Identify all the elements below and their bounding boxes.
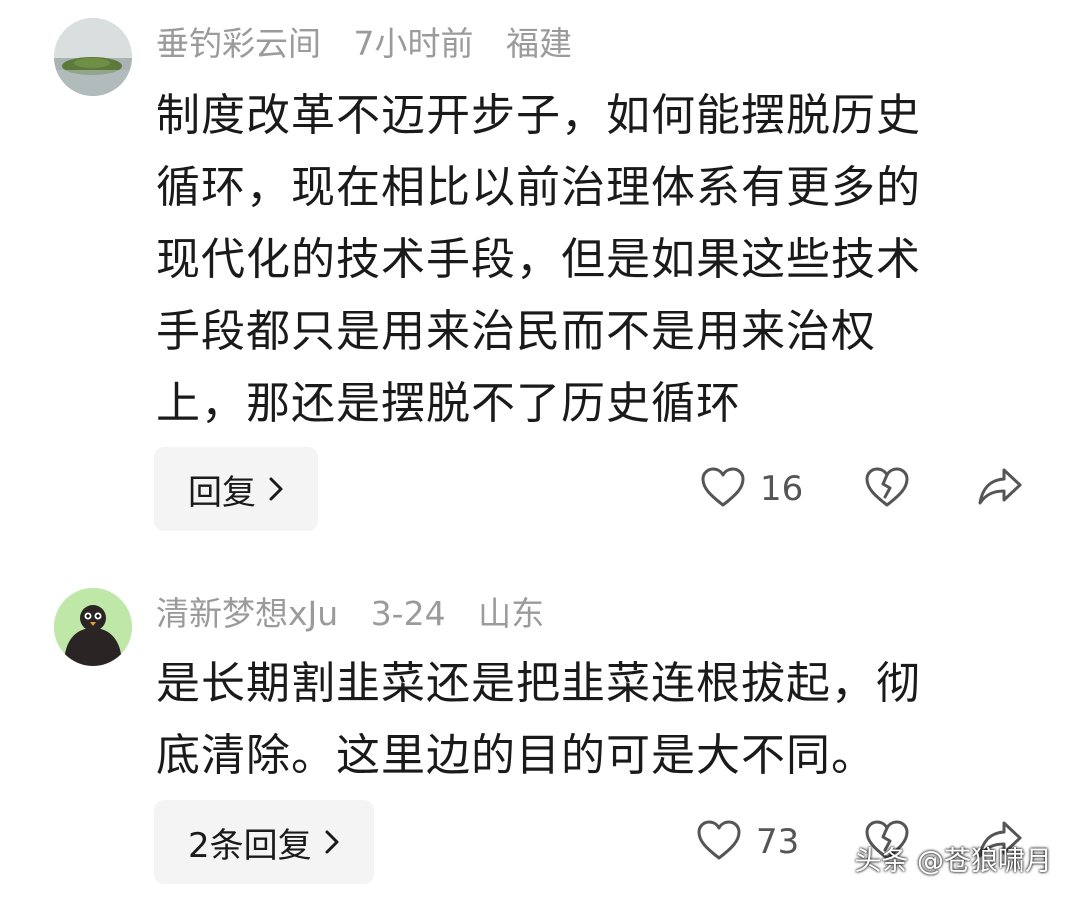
- comment-meta: 垂钓彩云间 7小时前 福建: [156, 20, 594, 68]
- comment-meta: 清新梦想xJu 3-24 山东: [156, 590, 566, 638]
- penguin-avatar-icon: [54, 588, 132, 666]
- comment-location: 山东: [478, 594, 545, 633]
- replies-button[interactable]: 2条回复: [154, 800, 374, 884]
- comment-time: 7小时前: [353, 24, 474, 63]
- reply-label: 2条回复: [188, 825, 312, 866]
- comment-text-line: 现代化的技术手段，但是如果这些技术: [156, 234, 921, 285]
- comment-text-line: 手段都只是用来治民而不是用来治权: [156, 306, 876, 357]
- comment-text-line: 底清除。这里边的目的可是大不同。: [156, 730, 876, 781]
- comment-text-line: 制度改革不迈开步子，如何能摆脱历史: [156, 90, 921, 141]
- user-avatar[interactable]: [54, 18, 132, 96]
- heart-icon: [696, 819, 742, 865]
- comment-location: 福建: [506, 24, 572, 63]
- username[interactable]: 垂钓彩云间: [156, 24, 321, 63]
- chevron-right-icon: [324, 829, 340, 855]
- dislike-button[interactable]: [864, 447, 910, 531]
- comment-text-line: 是长期割韭菜还是把韭菜连根拔起，彻: [156, 658, 921, 709]
- like-count: 73: [756, 822, 800, 862]
- landscape-avatar-icon: [54, 18, 132, 96]
- comment-time: 3-24: [370, 594, 446, 633]
- chevron-right-icon: [268, 476, 284, 502]
- reply-label: 回复: [188, 472, 256, 513]
- share-button[interactable]: [976, 447, 1024, 531]
- broken-heart-icon: [864, 466, 910, 512]
- like-button[interactable]: 73: [696, 800, 799, 884]
- share-icon: [976, 466, 1024, 512]
- reply-button[interactable]: 回复: [154, 447, 318, 531]
- username[interactable]: 清新梦想xJu: [156, 594, 338, 633]
- comment-text: 制度改革不迈开步子，如何能摆脱历史 循环，现在相比以前治理体系有更多的 现代化的…: [156, 80, 996, 440]
- comment-text-line: 循环，现在相比以前治理体系有更多的: [156, 162, 921, 213]
- user-avatar[interactable]: [54, 588, 132, 666]
- comment-actions: 16: [690, 447, 1040, 531]
- comment-text: 是长期割韭菜还是把韭菜连根拔起，彻 底清除。这里边的目的可是大不同。: [156, 648, 996, 792]
- comment-text-line: 上，那还是摆脱不了历史循环: [156, 378, 741, 429]
- like-count: 16: [760, 469, 804, 509]
- comment-item: 垂钓彩云间 7小时前 福建 制度改革不迈开步子，如何能摆脱历史 循环，现在相比以…: [0, 0, 1080, 560]
- like-button[interactable]: 16: [700, 447, 803, 531]
- watermark: 头条 @苍狼啸月: [854, 846, 1052, 877]
- heart-icon: [700, 466, 746, 512]
